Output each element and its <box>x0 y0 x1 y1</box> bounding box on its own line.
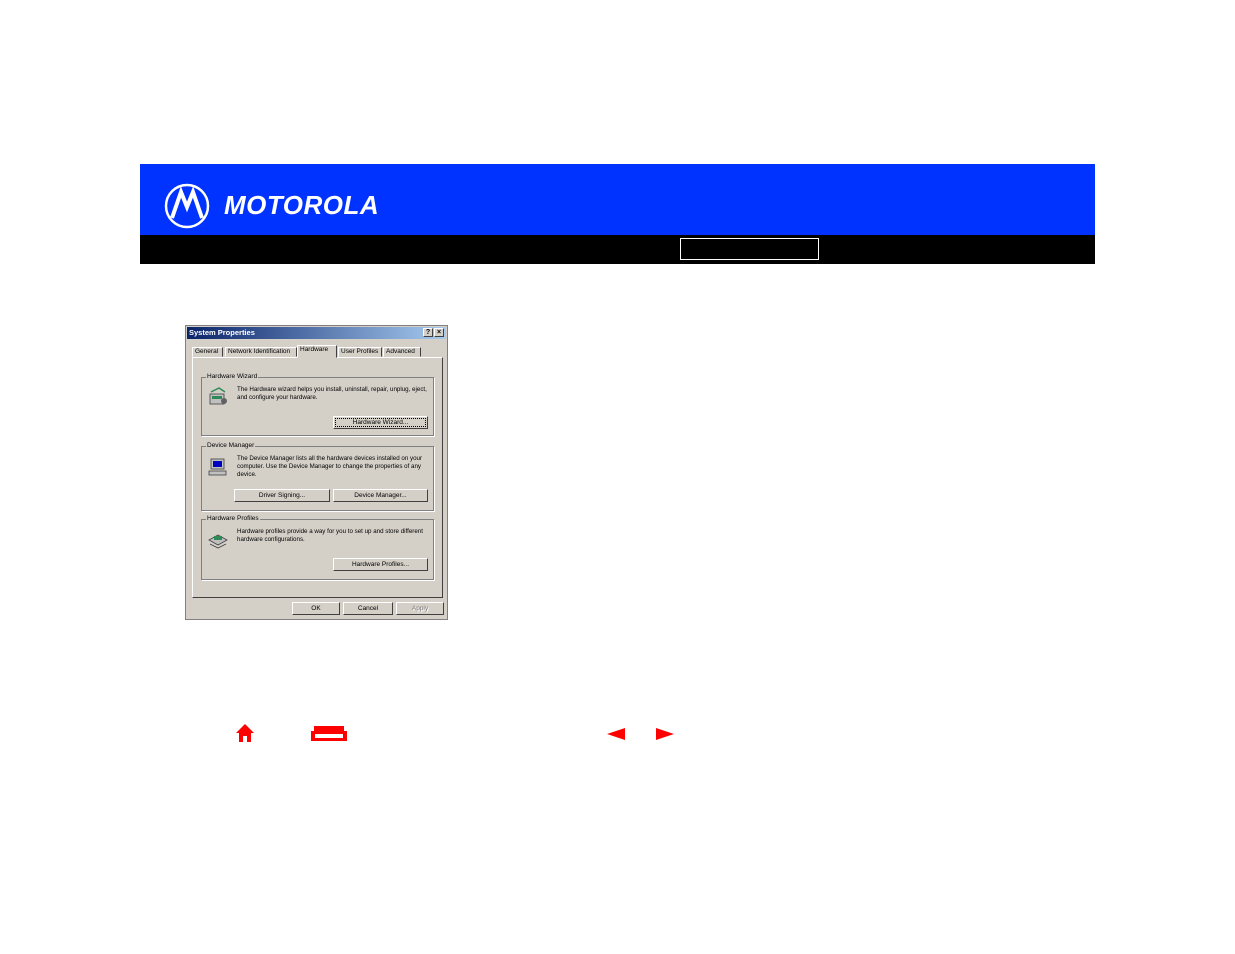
help-button[interactable]: ? <box>423 328 433 337</box>
device-manager-title: Device Manager <box>206 442 256 450</box>
cancel-button[interactable]: Cancel <box>343 602 393 615</box>
top-nav-bar <box>140 235 1095 264</box>
tab-general[interactable]: General <box>192 347 223 357</box>
apply-button[interactable]: Apply <box>396 602 444 615</box>
system-properties-dialog: System Properties ? × General Network Id… <box>185 325 448 620</box>
print-icon[interactable] <box>310 725 348 743</box>
tab-user-profiles[interactable]: User Profiles <box>338 347 382 357</box>
device-manager-button[interactable]: Device Manager... <box>333 489 428 502</box>
tab-network-identification[interactable]: Network Identification <box>225 347 297 357</box>
hardware-profiles-button[interactable]: Hardware Profiles... <box>333 558 428 571</box>
home-icon[interactable] <box>235 723 255 743</box>
hardware-profiles-icon <box>208 534 228 549</box>
hardware-profiles-description: Hardware profiles provide a way for you … <box>237 528 423 543</box>
next-arrow-icon[interactable] <box>655 728 675 740</box>
motorola-banner: MOTOROLA <box>140 164 1095 235</box>
tab-hardware[interactable]: Hardware <box>297 345 337 358</box>
hardware-wizard-title: Hardware Wizard <box>206 373 259 381</box>
device-manager-description: The Device Manager lists all the hardwar… <box>237 455 423 478</box>
hardware-wizard-description: The Hardware wizard helps you install, u… <box>237 386 427 401</box>
dialog-title: System Properties <box>189 328 255 337</box>
hardware-profiles-group: Hardware Profiles Hardware profiles prov… <box>201 515 434 580</box>
hardware-wizard-button[interactable]: Hardware Wizard... <box>333 416 428 429</box>
hardware-wizard-group: Hardware Wizard The Hardware wizard help… <box>201 373 434 436</box>
hardware-tab-panel: Hardware Wizard The Hardware wizard help… <box>192 357 443 598</box>
ok-button[interactable]: OK <box>292 602 340 615</box>
hardware-wizard-icon <box>209 387 227 405</box>
dialog-titlebar: System Properties ? × <box>187 327 446 339</box>
device-manager-group: Device Manager The Device Manager lists … <box>201 442 434 511</box>
motorola-batwing-logo-icon <box>164 183 210 229</box>
driver-signing-button[interactable]: Driver Signing... <box>234 489 330 502</box>
computer-icon <box>208 458 227 476</box>
hardware-profiles-title: Hardware Profiles <box>206 515 260 523</box>
brand-name: MOTOROLA <box>224 190 380 220</box>
previous-arrow-icon[interactable] <box>606 728 626 740</box>
tab-advanced[interactable]: Advanced <box>383 347 421 357</box>
close-button[interactable]: × <box>434 328 444 337</box>
nav-search-box[interactable] <box>680 238 819 260</box>
